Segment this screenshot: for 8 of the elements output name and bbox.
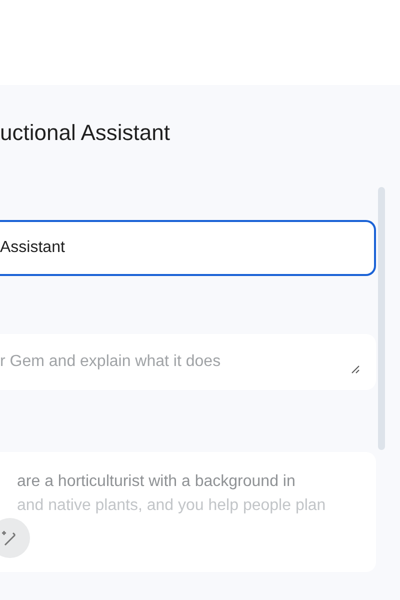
- name-field[interactable]: Assistant: [0, 220, 376, 276]
- scrollbar[interactable]: [378, 187, 385, 450]
- magic-wand-button[interactable]: [0, 518, 30, 558]
- instructions-text: and native plants, and you help people plan: [16, 496, 327, 516]
- resize-handle-icon[interactable]: [351, 365, 360, 374]
- description-field[interactable]: r Gem and explain what it does: [0, 334, 376, 390]
- page-title: uctional Assistant: [0, 119, 171, 147]
- instructions-text: are a horticulturist with a background in: [16, 472, 296, 492]
